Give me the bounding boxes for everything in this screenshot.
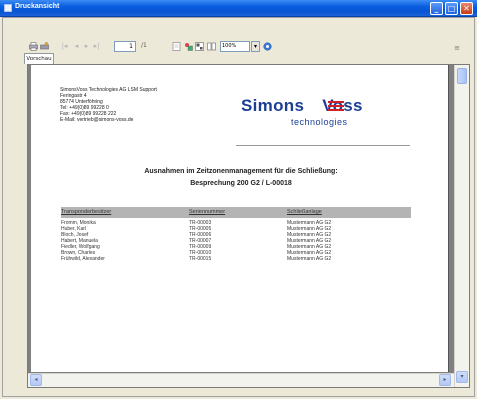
vertical-scrollbar[interactable]: ▾: [454, 65, 469, 387]
scroll-right-icon[interactable]: ▸: [439, 374, 451, 386]
company-logo: Simons Voss technologies: [241, 96, 363, 127]
page-number-input[interactable]: 1: [114, 41, 136, 52]
report-heading: Ausnahmen im Zeitzonenmanagement für die…: [144, 168, 338, 175]
window-title: Druckansicht: [15, 3, 60, 10]
app-icon: [4, 4, 12, 12]
table-row: Frühwild, Alexander TR-00015 Mustermann AG…: [61, 256, 411, 262]
scroll-down-icon[interactable]: ▾: [456, 371, 468, 383]
help-icon[interactable]: [263, 42, 272, 51]
last-page-button[interactable]: ▸|: [92, 42, 101, 51]
export-icon[interactable]: [184, 42, 193, 51]
zoom-select[interactable]: 100%: [220, 41, 250, 52]
table-header: Transponderbesitzer Seriennummer Schließ…: [61, 207, 411, 218]
column-header: Schließanlage: [287, 209, 322, 215]
table-cell: Mustermann AG G2: [287, 256, 332, 262]
address-line: E-Mail: vertrieb@simons-voss.de: [60, 117, 134, 123]
scroll-left-icon[interactable]: ◂: [30, 374, 42, 386]
page-setup-icon[interactable]: [40, 42, 49, 51]
toolbar-options-button[interactable]: ≡: [452, 44, 462, 54]
company-address: SimonsVoss Technologies AG LSM Support F…: [60, 87, 157, 123]
single-page-icon[interactable]: [172, 42, 181, 51]
header-divider: [236, 145, 410, 146]
column-header: Seriennummer: [189, 209, 226, 215]
report-subheading: Besprechung 200 G2 / L-00018: [190, 180, 292, 187]
tab-vorschau[interactable]: Vorschau: [24, 53, 54, 64]
print-icon[interactable]: [29, 42, 38, 51]
minimize-button[interactable]: _: [430, 2, 443, 15]
vertical-scroll-thumb[interactable]: [457, 68, 467, 84]
first-page-button[interactable]: |◂: [60, 42, 69, 51]
prev-page-button[interactable]: ◂: [72, 42, 81, 51]
title-bar: Druckansicht _ □ ✕: [0, 0, 477, 17]
close-button[interactable]: ✕: [460, 2, 473, 15]
chevron-down-icon[interactable]: ▾: [251, 41, 260, 52]
table-cell: TR-00015: [189, 256, 212, 262]
multi-page-icon[interactable]: [207, 42, 216, 51]
next-page-button[interactable]: ▸: [82, 42, 91, 51]
grid-view-icon[interactable]: [195, 42, 204, 51]
maximize-button[interactable]: □: [445, 2, 458, 15]
column-header: Transponderbesitzer: [61, 209, 112, 215]
horizontal-scrollbar[interactable]: ◂ ▸: [28, 373, 454, 387]
page-total: /1: [141, 42, 147, 49]
table-cell: Frühwild, Alexander: [61, 256, 105, 262]
logo-bars-icon: [328, 101, 344, 111]
